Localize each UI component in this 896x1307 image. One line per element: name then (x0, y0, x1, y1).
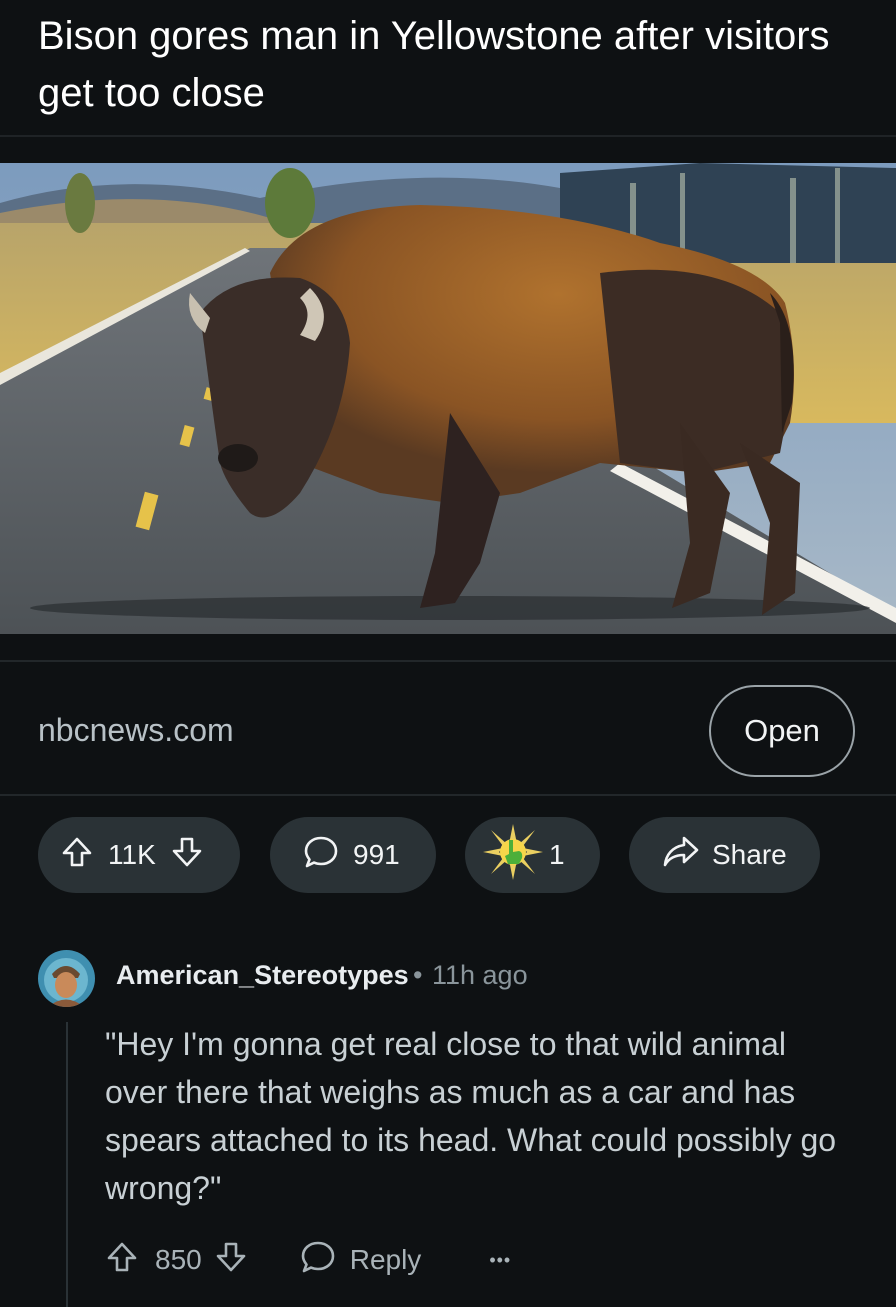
comment-downvote-icon[interactable] (214, 1240, 248, 1281)
comment-author[interactable]: American_Stereotypes (116, 960, 409, 991)
avatar[interactable] (38, 950, 95, 1007)
reply-button[interactable]: Reply (300, 1239, 422, 1282)
open-link-button[interactable]: Open (709, 685, 855, 777)
comments-button[interactable]: 991 (270, 817, 436, 893)
link-domain[interactable]: nbcnews.com (38, 712, 234, 749)
comment-bubble-icon (303, 834, 339, 877)
meta-separator: • (413, 960, 423, 990)
divider (0, 135, 896, 137)
comment-thread-line[interactable] (66, 1022, 68, 1307)
comment-body: "Hey I'm gonna get real close to that wi… (105, 1026, 837, 1206)
comment-count: 991 (353, 839, 400, 870)
post-image-bison[interactable] (0, 163, 896, 634)
reply-bubble-icon (300, 1239, 336, 1282)
comment-actions: 850 Reply ••• (105, 1228, 511, 1292)
share-button[interactable]: Share (629, 817, 820, 893)
share-arrow-icon (662, 835, 700, 876)
more-options-icon[interactable]: ••• (489, 1250, 511, 1271)
upvote-icon[interactable] (60, 835, 94, 876)
post-title[interactable]: Bison gores man in Yellowstone after vis… (38, 8, 858, 122)
post-vote-count: 11K (108, 839, 156, 870)
share-label: Share (712, 839, 787, 870)
comment-timestamp: 11h ago (432, 960, 528, 990)
award-count: 1 (549, 839, 565, 870)
award-button[interactable]: 1 (465, 817, 600, 893)
comment-upvote-icon[interactable] (105, 1240, 139, 1281)
reply-label: Reply (349, 1244, 422, 1275)
bison-photo (0, 163, 896, 634)
award-icon (481, 822, 545, 889)
downvote-icon[interactable] (170, 835, 204, 876)
link-preview-bar[interactable]: nbcnews.com Open (0, 660, 896, 796)
post-vote-group: 11K (38, 817, 240, 893)
comment-vote-count: 850 (155, 1244, 202, 1275)
